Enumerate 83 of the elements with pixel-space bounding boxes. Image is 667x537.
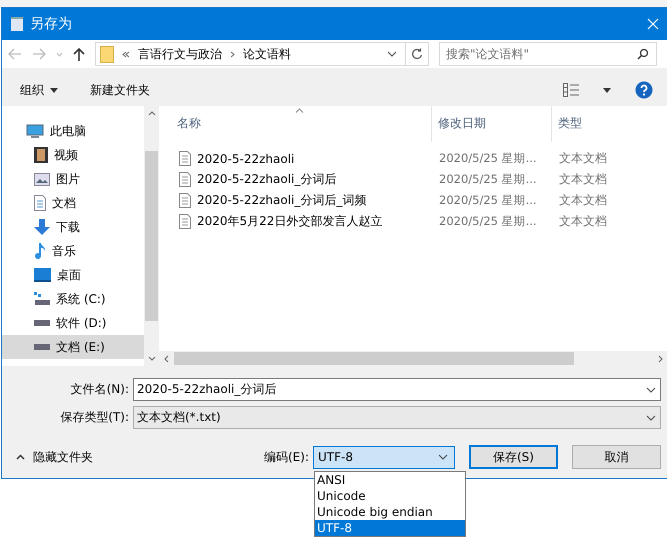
scroll-left-icon[interactable] <box>164 354 169 362</box>
file-type-dropdown[interactable]: 文本文档(*.txt) <box>133 406 661 429</box>
dropdown-chevron-icon <box>646 414 656 420</box>
field-label: 文件名(N): <box>70 381 130 398</box>
field-label: 编码(E): <box>264 448 309 466</box>
file-date: 2020/5/25 星期... <box>439 214 537 228</box>
help-icon[interactable] <box>635 81 653 99</box>
desktop-icon <box>34 268 51 282</box>
double-chevron-icon <box>122 50 130 58</box>
file-date: 2020/5/25 星期... <box>439 151 537 165</box>
toolbar-button[interactable]: 新建文件夹 <box>86 80 154 100</box>
nav-item[interactable]: 此电脑 <box>2 119 144 143</box>
dropdown-option[interactable]: Unicode big endian <box>315 504 465 520</box>
refresh-icon[interactable] <box>411 48 423 60</box>
search-field[interactable]: 搜索"论文语料" <box>439 42 657 66</box>
music-note-icon <box>34 243 46 259</box>
dropdown-chevron-icon <box>438 454 448 460</box>
file-type: 文本文档 <box>559 151 607 165</box>
dropdown-chevron-icon <box>387 51 397 57</box>
text-file-icon <box>179 193 191 208</box>
dropdown-option[interactable]: ANSI <box>315 472 465 488</box>
dialog-button[interactable]: 保存(S) <box>469 445 558 469</box>
dropdown-option[interactable]: Unicode <box>315 488 465 504</box>
file-type: 文本文档 <box>559 193 607 207</box>
nav-item[interactable]: 系统 (C:) <box>2 287 144 311</box>
breadcrumb-item[interactable]: 言语行文与政治 <box>138 46 222 62</box>
hide-folders-toggle[interactable]: 隐藏文件夹 <box>16 448 93 466</box>
column-header[interactable]: 类型 <box>552 106 667 142</box>
drive-icon <box>34 320 50 326</box>
file-name[interactable]: 2020-5-22zhaoli_分词后 <box>197 171 336 188</box>
file-name[interactable]: 2020年5月22日外交部发言人赵立 <box>197 213 382 230</box>
field-label: 保存类型(T): <box>59 409 130 426</box>
scrollbar-thumb[interactable] <box>145 151 158 321</box>
breadcrumb-item[interactable]: 论文语料 <box>243 46 291 62</box>
nav-item[interactable]: 文档 (E:) <box>2 335 144 359</box>
down-arrow-icon <box>34 219 50 235</box>
monitor-icon <box>26 124 44 138</box>
nav-item[interactable]: 文档 <box>2 191 144 215</box>
text-file-icon <box>179 214 191 229</box>
view-caret-icon <box>603 88 611 92</box>
film-icon <box>34 147 48 163</box>
text-file-icon <box>179 172 191 187</box>
scrollbar-thumb[interactable] <box>174 352 574 365</box>
file-type: 文本文档 <box>559 214 607 228</box>
search-icon <box>637 48 649 60</box>
up-arrow-icon[interactable] <box>73 47 85 61</box>
sort-caret-icon <box>295 108 304 113</box>
scroll-right-icon[interactable] <box>658 354 663 362</box>
column-header[interactable]: 名称 <box>159 106 432 142</box>
view-list-icon[interactable] <box>563 83 579 97</box>
scroll-up-icon[interactable] <box>148 111 156 116</box>
window-title: 另存为 <box>30 15 72 33</box>
caret-icon <box>50 88 58 92</box>
dialog-button[interactable]: 取消 <box>572 445 661 469</box>
nav-item[interactable]: 下载 <box>2 215 144 239</box>
dropdown-option[interactable]: UTF-8 <box>315 520 465 536</box>
drive-icon <box>34 344 50 350</box>
file-name[interactable]: 2020-5-22zhaoli_分词后_词频 <box>197 192 366 209</box>
file-type: 文本文档 <box>559 172 607 186</box>
nav-item[interactable]: 软件 (D:) <box>2 311 144 335</box>
up-caret-icon <box>16 454 25 460</box>
nav-item[interactable]: 桌面 <box>2 263 144 287</box>
nav-item[interactable]: 图片 <box>2 167 144 191</box>
notepad-icon <box>10 16 24 32</box>
nav-item[interactable]: 音乐 <box>2 239 144 263</box>
document-icon <box>34 195 46 211</box>
address-bar[interactable]: 言语行文与政治 论文语料 <box>95 42 429 66</box>
file-name[interactable]: 2020-5-22zhaoli <box>197 152 294 166</box>
breadcrumb-chevron-icon <box>230 50 235 58</box>
close-icon[interactable] <box>647 18 659 30</box>
file-date: 2020/5/25 星期... <box>439 172 537 186</box>
nav-item[interactable]: 视频 <box>2 143 144 167</box>
drive-icon <box>34 292 50 306</box>
text-file-icon <box>179 151 191 166</box>
picture-icon <box>34 172 50 186</box>
dropdown-chevron-icon <box>646 386 656 392</box>
toolbar-button[interactable]: 组织 <box>16 80 62 100</box>
scroll-down-icon[interactable] <box>148 356 156 361</box>
column-header[interactable]: 修改日期 <box>432 106 552 142</box>
filename-field[interactable]: 2020-5-22zhaoli_分词后 <box>133 378 661 401</box>
file-date: 2020/5/25 星期... <box>439 193 537 207</box>
folder-icon <box>100 46 114 62</box>
encoding-dropdown[interactable]: UTF-8 <box>313 446 455 468</box>
